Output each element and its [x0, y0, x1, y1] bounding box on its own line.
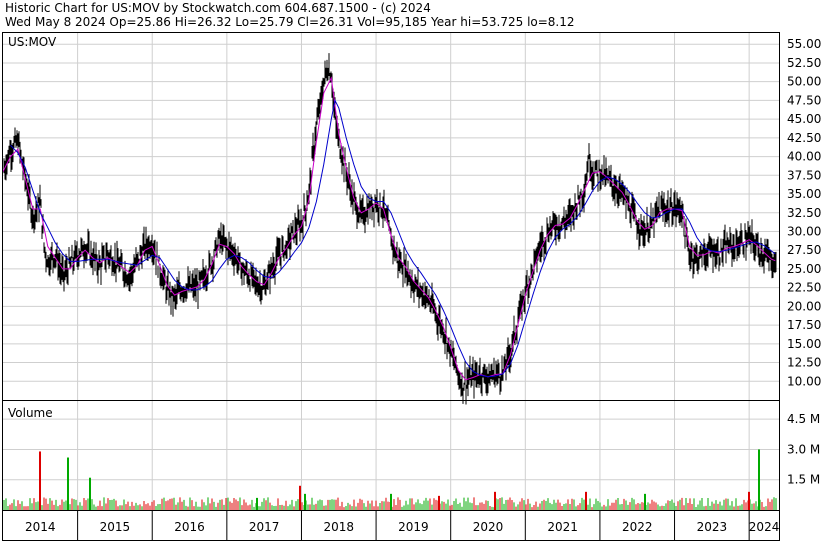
price-tick-label: 42.50	[787, 131, 821, 145]
price-tick-label: 35.00	[787, 187, 821, 201]
price-axis-labels: 55.00 52.50 50.00 47.50 45.00 42.50 40.00 37.50…	[787, 37, 821, 388]
price-tick-label: 15.00	[787, 337, 821, 351]
time-tick-label: 2024	[749, 520, 780, 534]
price-tick-label: 12.50	[787, 356, 821, 370]
time-tick-label: 2016	[174, 520, 205, 534]
price-tick-label: 52.50	[787, 56, 821, 70]
symbol-label: US:MOV	[8, 35, 57, 49]
time-tick-label: 2021	[547, 520, 578, 534]
price-tick-label: 50.00	[787, 75, 821, 89]
price-tick-label: 25.00	[787, 262, 821, 276]
volume-grid	[3, 401, 779, 510]
short-moving-average-line	[2, 76, 776, 381]
price-tick-label: 32.50	[787, 206, 821, 220]
price-tick-label: 10.00	[787, 374, 821, 388]
time-tick-label: 2020	[473, 520, 504, 534]
price-bar	[3, 53, 777, 405]
volume-tick-label: 1.5 M	[787, 473, 820, 487]
time-tick-label: 2018	[323, 520, 354, 534]
price-tick-label: 45.00	[787, 112, 821, 126]
time-tick-label: 2023	[697, 520, 728, 534]
price-tick-label: 55.00	[787, 37, 821, 51]
time-tick-label: 2017	[249, 520, 280, 534]
time-tick-label: 2015	[100, 520, 131, 534]
volume-tick-label: 4.5 M	[787, 412, 820, 426]
price-tick-label: 17.50	[787, 318, 821, 332]
price-tick-label: 37.50	[787, 168, 821, 182]
volume-tick-label: 3.0 M	[787, 442, 820, 456]
long-moving-average-line	[10, 98, 776, 378]
price-tick-label: 27.50	[787, 243, 821, 257]
volume-title: Volume	[8, 406, 53, 420]
time-tick-label: 2019	[398, 520, 429, 534]
price-volume-chart: 55.00 52.50 50.00 47.50 45.00 42.50 40.00 37.50…	[2, 32, 821, 541]
moving-averages	[2, 76, 776, 381]
price-tick-label: 20.00	[787, 299, 821, 313]
price-tick-label: 30.00	[787, 224, 821, 238]
price-bars	[3, 53, 777, 405]
price-tick-label: 40.00	[787, 150, 821, 164]
price-tick-label: 47.50	[787, 93, 821, 107]
time-tick-label: 2014	[25, 520, 56, 534]
time-tick-label: 2022	[622, 520, 653, 534]
volume-axis-labels: 4.5 M 3.0 M 1.5 M	[787, 412, 820, 487]
time-axis-labels: 2014 2015 2016 2017 2018 2019 2020 2021 2022 2023…	[25, 510, 779, 540]
price-tick-label: 22.50	[787, 281, 821, 295]
